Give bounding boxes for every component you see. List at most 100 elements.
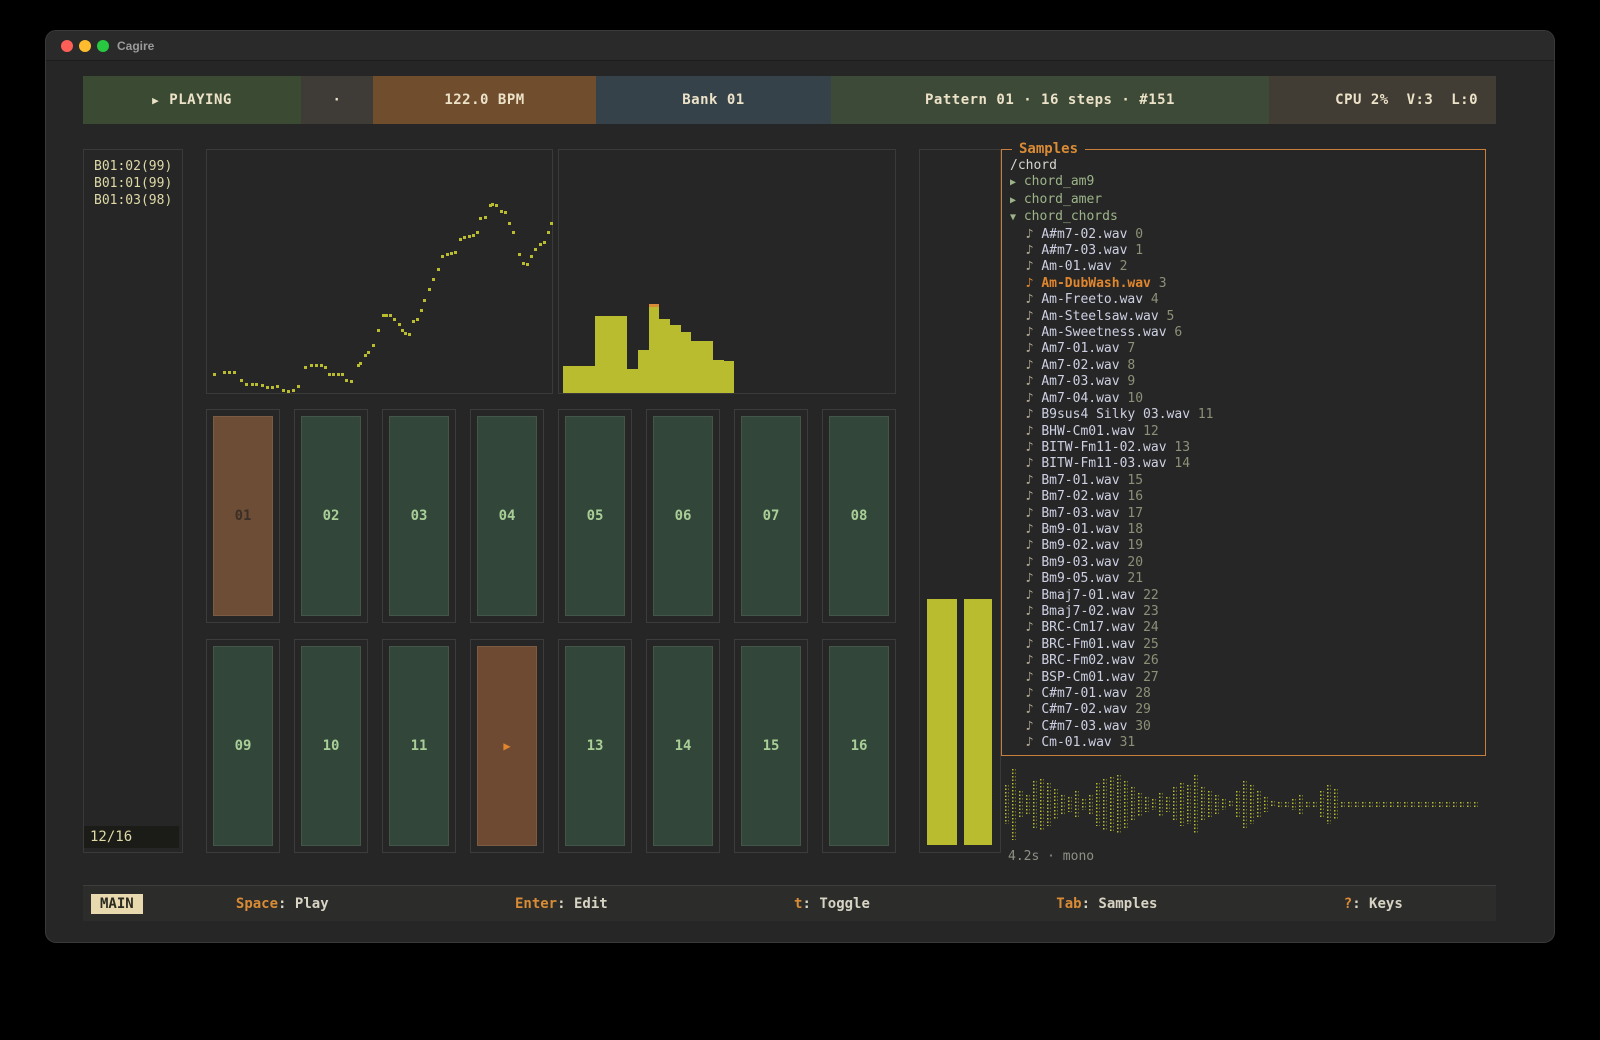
sample-file-row[interactable]: ♪ A#m7-02.wav 0 [1010,227,1485,243]
sample-file-row[interactable]: ♪ Bm7-01.wav 15 [1010,473,1485,489]
scatter-dot [428,288,431,291]
sample-file-row[interactable]: ♪ Bm9-02.wav 19 [1010,538,1485,554]
sample-file-row[interactable]: ♪ Am7-04.wav 10 [1010,391,1485,407]
histogram-bar [681,332,692,393]
scatter-dot [526,263,529,266]
sample-file-row[interactable]: ♪ Am-01.wav 2 [1010,259,1485,275]
waveform-column [1137,792,1142,816]
histogram-bar [617,316,628,393]
scatter-dot [377,329,380,332]
sample-file-row[interactable]: ♪ Am-Steelsaw.wav 5 [1010,309,1485,325]
sample-file-row[interactable]: ♪ Am7-01.wav 7 [1010,341,1485,357]
note-icon: ♪ [1026,670,1034,685]
note-icon: ♪ [1026,473,1034,488]
pad-14[interactable]: 14 [653,646,713,846]
scatter-dot [491,203,494,206]
samples-browser[interactable]: Samples /chord▶ chord_am9▶ chord_amer▼ c… [1001,149,1486,756]
waveform-column [1179,782,1184,826]
close-button[interactable] [61,40,73,52]
scatter-dot [450,252,453,255]
sample-file-row[interactable]: ♪ Bm7-03.wav 17 [1010,506,1485,522]
sample-file-row[interactable]: ♪ A#m7-03.wav 1 [1010,243,1485,259]
pad-11[interactable]: 11 [389,646,449,846]
waveform-column [1151,798,1156,810]
sample-file-row[interactable]: ♪ BRC-Cm17.wav 24 [1010,620,1485,636]
note-icon: ♪ [1026,735,1034,750]
sample-file-row[interactable]: ♪ Am7-03.wav 9 [1010,374,1485,390]
note-icon: ♪ [1026,227,1034,242]
waveform-column [1123,780,1128,828]
pad-01[interactable]: 01 [213,416,273,616]
pad-16[interactable]: 16 [829,646,889,846]
histogram-bar [691,341,702,393]
pad-03[interactable]: 03 [389,416,449,616]
sample-file-row[interactable]: ♪ Bmaj7-02.wav 23 [1010,604,1485,620]
sample-file-row[interactable]: ♪ C#m7-03.wav 30 [1010,719,1485,735]
sample-file-row[interactable]: ♪ Am7-02.wav 8 [1010,358,1485,374]
step-counter: 12/16 [84,826,179,848]
sample-file-row[interactable]: ♪ BRC-Fm01.wav 25 [1010,637,1485,653]
pad-grid-row-1: 0102030405060708 [206,409,896,623]
note-icon: ♪ [1026,424,1034,439]
sample-file-row[interactable]: ♪ C#m7-01.wav 28 [1010,686,1485,702]
pad-06[interactable]: 06 [653,416,713,616]
folder-collapsed-icon[interactable]: ▶ [1010,195,1016,206]
pad-05[interactable]: 05 [565,416,625,616]
sample-file-row[interactable]: ♪ B9sus4 Silky 03.wav 11 [1010,407,1485,423]
pad-10[interactable]: 10 [301,646,361,846]
scatter-dot [441,255,444,258]
pad-08[interactable]: 08 [829,416,889,616]
waveform-column [1235,790,1240,818]
pad-09[interactable]: 09 [213,646,273,846]
histogram-bar [638,350,649,393]
waveform-column [1200,786,1205,822]
folder-row[interactable]: ▶ chord_amer [1010,192,1485,209]
note-icon: ♪ [1026,538,1034,553]
pad-cell: 02 [294,409,368,623]
sample-file-row[interactable]: ♪ Cm-01.wav 31 [1010,735,1485,751]
sample-file-row[interactable]: ♪ BITW-Fm11-02.wav 13 [1010,440,1485,456]
pad-07[interactable]: 07 [741,416,801,616]
sample-file-row[interactable]: ♪ Bm9-03.wav 20 [1010,555,1485,571]
key-hint: ?: Keys [1344,896,1403,912]
sample-file-row[interactable]: ♪ Bmaj7-01.wav 22 [1010,588,1485,604]
waveform-column [1382,801,1387,807]
scatter-dot [459,238,462,241]
pad-playing[interactable]: ▶ [477,646,537,846]
sample-file-row[interactable]: ♪ BSP-Cm01.wav 27 [1010,670,1485,686]
sample-file-row[interactable]: ♪ Am-DubWash.wav 3 [1010,276,1485,292]
note-icon: ♪ [1026,440,1034,455]
sample-file-row[interactable]: ♪ Am-Sweetness.wav 6 [1010,325,1485,341]
pad-04[interactable]: 04 [477,416,537,616]
scatter-dot [423,299,426,302]
folder-row[interactable]: ▶ chord_am9 [1010,174,1485,191]
sample-file-row[interactable]: ♪ BHW-Cm01.wav 12 [1010,424,1485,440]
histogram-bar [670,325,681,393]
scatter-dot [550,222,553,225]
pad-02[interactable]: 02 [301,416,361,616]
sample-file-row[interactable]: ♪ Bm9-01.wav 18 [1010,522,1485,538]
waveform-column [1312,801,1317,807]
scatter-dot [508,222,511,225]
folder-row[interactable]: ▼ chord_chords [1010,209,1485,226]
key-hint: t: Toggle [794,896,870,912]
scatter-dot [364,354,367,357]
sample-file-row[interactable]: ♪ C#m7-02.wav 29 [1010,702,1485,718]
scatter-dot [315,364,318,367]
sample-file-row[interactable]: ♪ BRC-Fm02.wav 26 [1010,653,1485,669]
folder-collapsed-icon[interactable]: ▶ [1010,177,1016,188]
minimize-button[interactable] [79,40,91,52]
sample-file-row[interactable]: ♪ Am-Freeto.wav 4 [1010,292,1485,308]
folder-expanded-icon[interactable]: ▼ [1010,212,1016,223]
maximize-button[interactable] [97,40,109,52]
pad-15[interactable]: 15 [741,646,801,846]
scatter-dot [416,318,419,321]
sample-file-row[interactable]: ♪ Bm7-02.wav 16 [1010,489,1485,505]
pad-13[interactable]: 13 [565,646,625,846]
sample-file-row[interactable]: ♪ Bm9-05.wav 21 [1010,571,1485,587]
scatter-dot [350,380,353,383]
waveform-column [1403,801,1408,807]
sample-file-row[interactable]: ♪ BITW-Fm11-03.wav 14 [1010,456,1485,472]
trigger-log-panel: B01:02(99) B01:01(99) B01:03(98) 12/16 [83,149,183,853]
waveform-column [1277,801,1282,807]
